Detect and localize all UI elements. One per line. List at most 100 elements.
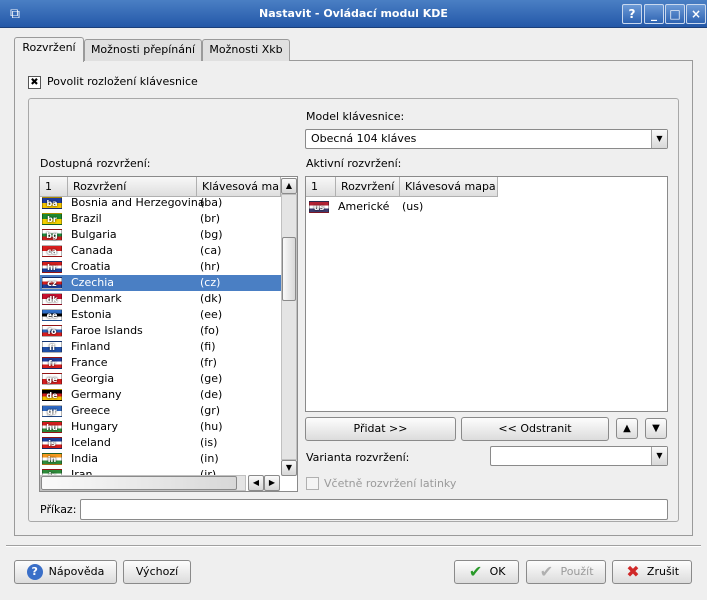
scroll-down-button[interactable]: ▼ bbox=[281, 460, 297, 476]
enable-layouts-checkbox[interactable]: ✖ bbox=[28, 76, 41, 89]
include-latin-label: Včetně rozvržení latinky bbox=[324, 477, 457, 490]
active-column-header-index[interactable]: 1 bbox=[306, 177, 336, 197]
help-button[interactable]: ? Nápověda bbox=[14, 560, 117, 584]
cancel-button[interactable]: ✖ Zrušit bbox=[612, 560, 692, 584]
chevron-down-icon[interactable]: ▼ bbox=[651, 130, 667, 148]
apply-button[interactable]: ✔ Použít bbox=[526, 560, 606, 584]
help-button-label: Nápověda bbox=[48, 565, 105, 578]
flag-hu-icon: hu bbox=[42, 421, 62, 433]
column-header-layout[interactable]: Rozvržení bbox=[68, 177, 197, 197]
include-latin-checkbox[interactable] bbox=[306, 477, 319, 490]
available-layout-row-keymap: (fo) bbox=[200, 324, 220, 337]
defaults-button[interactable]: Výchozí bbox=[123, 560, 191, 584]
tab-layouts[interactable]: Rozvržení bbox=[14, 37, 84, 62]
flag-us-icon: us bbox=[309, 201, 329, 213]
available-layout-row-keymap: (in) bbox=[200, 452, 219, 465]
available-layout-row[interactable]: gr Greece (gr) bbox=[40, 403, 281, 419]
available-layout-row-keymap: (bg) bbox=[200, 228, 223, 241]
scroll-right-button[interactable]: ▶ bbox=[264, 475, 280, 491]
chevron-down-icon[interactable]: ▼ bbox=[651, 447, 667, 465]
available-layout-row[interactable]: ba Bosnia and Herzegovina (ba) bbox=[40, 197, 281, 211]
cancel-button-label: Zrušit bbox=[646, 565, 680, 578]
flag-dk-icon: dk bbox=[42, 293, 62, 305]
flag-in-icon: in bbox=[42, 453, 62, 465]
available-layout-row-name: India bbox=[71, 452, 98, 465]
available-layout-row[interactable]: fr France (fr) bbox=[40, 355, 281, 371]
flag-ca-icon: ca bbox=[42, 245, 62, 257]
available-layout-row-keymap: (ca) bbox=[200, 244, 222, 257]
available-layout-row[interactable]: br Brazil (br) bbox=[40, 211, 281, 227]
check-icon: ✔ bbox=[468, 562, 483, 581]
move-up-button[interactable]: ▲ bbox=[616, 418, 638, 439]
available-rows: ba Bosnia and Herzegovina (ba) br Brazil (br)… bbox=[40, 197, 281, 475]
available-layout-row[interactable]: is Iceland (is) bbox=[40, 435, 281, 451]
available-layout-row-keymap: (fi) bbox=[200, 340, 216, 353]
flag-ge-icon: ge bbox=[42, 373, 62, 385]
active-layouts-list[interactable]: 1 Rozvržení Klávesová mapa us Americké (us… bbox=[305, 176, 668, 412]
enable-layouts-label: Povolit rozložení klávesnice bbox=[47, 75, 198, 88]
help-title-button[interactable]: ? bbox=[622, 4, 642, 24]
flag-fo-icon: fo bbox=[42, 325, 62, 337]
variant-combo[interactable]: ▼ bbox=[490, 446, 668, 466]
available-layout-row[interactable]: cz Czechia (cz) bbox=[40, 275, 281, 291]
ok-button[interactable]: ✔ OK bbox=[454, 560, 519, 584]
available-layout-row-name: Iran bbox=[71, 468, 93, 475]
maximize-button[interactable]: □ bbox=[665, 4, 685, 24]
vertical-scroll-track[interactable] bbox=[281, 194, 297, 460]
window-title: Nastavit - Ovládací modul KDE bbox=[259, 7, 448, 20]
available-layout-row-name: Croatia bbox=[71, 260, 111, 273]
move-down-button[interactable]: ▼ bbox=[645, 418, 667, 439]
available-layout-row[interactable]: de Germany (de) bbox=[40, 387, 281, 403]
available-layout-row-name: Finland bbox=[71, 340, 111, 353]
add-layout-button[interactable]: Přidat >> bbox=[305, 417, 456, 441]
column-header-keymap[interactable]: Klávesová mapa bbox=[197, 177, 281, 197]
available-layout-row[interactable]: dk Denmark (dk) bbox=[40, 291, 281, 307]
available-layout-row[interactable]: in India (in) bbox=[40, 451, 281, 467]
close-button[interactable]: × bbox=[686, 4, 706, 24]
flag-gr-icon: gr bbox=[42, 405, 62, 417]
active-column-header-layout[interactable]: Rozvržení bbox=[336, 177, 400, 197]
horizontal-scroll-thumb[interactable] bbox=[41, 476, 237, 490]
available-layout-row[interactable]: ee Estonia (ee) bbox=[40, 307, 281, 323]
flag-is-icon: is bbox=[42, 437, 62, 449]
active-layout-row[interactable]: us Americké (us) bbox=[306, 199, 667, 215]
scroll-up-button[interactable]: ▲ bbox=[281, 178, 297, 194]
available-layout-row[interactable]: fi Finland (fi) bbox=[40, 339, 281, 355]
active-column-header-keymap[interactable]: Klávesová mapa bbox=[400, 177, 498, 197]
available-layout-row-keymap: (ge) bbox=[200, 372, 223, 385]
available-layouts-list[interactable]: 1 Rozvržení Klávesová mapa ba Bosnia and … bbox=[39, 176, 298, 492]
flag-hr-icon: hr bbox=[42, 261, 62, 273]
available-layout-row[interactable]: ge Georgia (ge) bbox=[40, 371, 281, 387]
flag-ba-icon: ba bbox=[42, 197, 62, 209]
remove-layout-button[interactable]: << Odstranit bbox=[461, 417, 609, 441]
available-layout-row-keymap: (hu) bbox=[200, 420, 223, 433]
available-layout-row-keymap: (ba) bbox=[200, 197, 223, 209]
available-layout-row-name: Canada bbox=[71, 244, 113, 257]
available-layout-row-keymap: (dk) bbox=[200, 292, 222, 305]
flag-ee-icon: ee bbox=[42, 309, 62, 321]
flag-fi-icon: fi bbox=[42, 341, 62, 353]
minimize-button[interactable]: _ bbox=[644, 4, 664, 24]
column-header-index[interactable]: 1 bbox=[40, 177, 68, 197]
available-layout-row[interactable]: hu Hungary (hu) bbox=[40, 419, 281, 435]
keyboard-model-combo[interactable]: Obecná 104 kláves ▼ bbox=[305, 129, 668, 149]
available-layout-row[interactable]: hr Croatia (hr) bbox=[40, 259, 281, 275]
vertical-scroll-thumb[interactable] bbox=[282, 237, 296, 301]
available-layout-row[interactable]: fo Faroe Islands (fo) bbox=[40, 323, 281, 339]
tab-xkb-options[interactable]: Možnosti Xkb bbox=[202, 39, 290, 61]
keyboard-model-label: Model klávesnice: bbox=[306, 110, 405, 123]
scroll-left-button[interactable]: ◀ bbox=[248, 475, 264, 491]
available-layout-row[interactable]: irIran(ir) bbox=[40, 467, 281, 475]
available-layout-row-keymap: (fr) bbox=[200, 356, 217, 369]
flag-bg-icon: bg bbox=[42, 229, 62, 241]
tab-switching-options[interactable]: Možnosti přepínání bbox=[84, 39, 202, 61]
flag-de-icon: de bbox=[42, 389, 62, 401]
available-layout-row-name: Faroe Islands bbox=[71, 324, 143, 337]
available-layout-row[interactable]: ca Canada (ca) bbox=[40, 243, 281, 259]
available-layout-row-name: Bulgaria bbox=[71, 228, 117, 241]
command-input[interactable] bbox=[80, 499, 668, 520]
variant-label: Varianta rozvržení: bbox=[306, 451, 410, 464]
available-layout-row[interactable]: bg Bulgaria (bg) bbox=[40, 227, 281, 243]
check-disabled-icon: ✔ bbox=[539, 562, 554, 581]
help-icon: ? bbox=[26, 564, 43, 580]
